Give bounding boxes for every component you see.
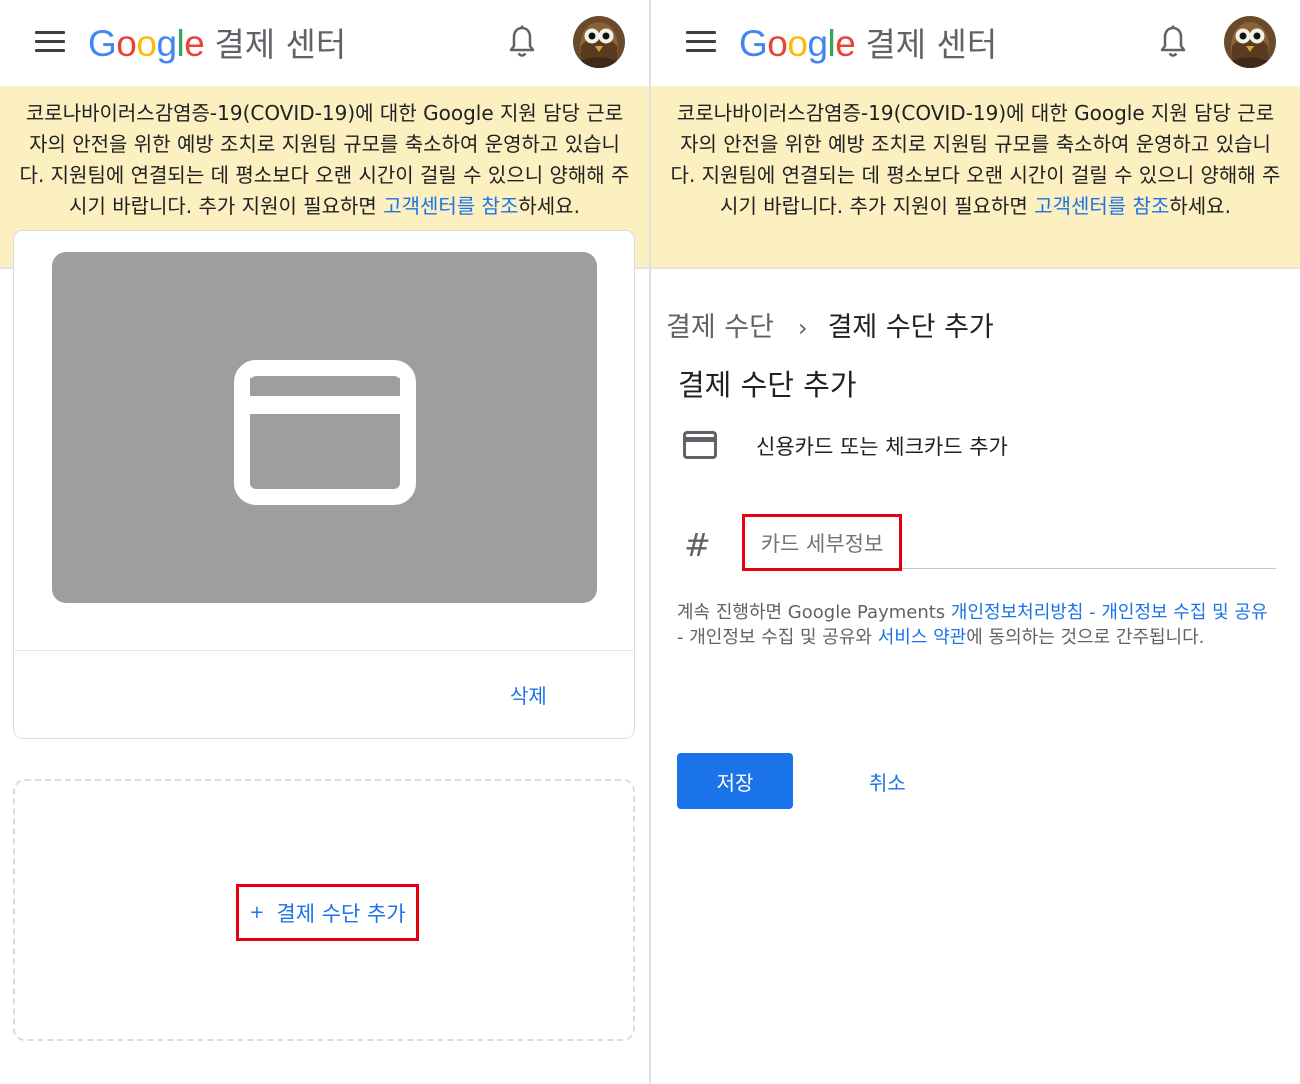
bell-icon[interactable]	[1159, 25, 1187, 59]
logo-letter-e: e	[835, 23, 856, 64]
hamburger-menu-icon[interactable]	[35, 31, 65, 53]
product-name: 결제 센터	[865, 25, 998, 64]
account-avatar[interactable]	[573, 16, 625, 68]
top-app-bar: G o o g l e 결제 센터	[0, 0, 649, 86]
add-payment-method-label: 결제 수단 추가	[276, 901, 406, 926]
google-payments-logo[interactable]: G o o g l e 결제 센터	[739, 18, 997, 64]
privacy-policy-link[interactable]: 개인정보처리방침 - 개인정보 수집 및 공유	[951, 602, 1268, 623]
card-divider	[14, 650, 634, 651]
card-placeholder-image	[52, 252, 597, 603]
credit-card-icon	[234, 360, 416, 505]
breadcrumb-parent[interactable]: 결제 수단	[666, 312, 774, 343]
delete-button[interactable]: 삭제	[510, 680, 547, 709]
covid-notice-banner: 코로나바이러스감염증-19(COVID-19)에 대한 Google 지원 담당…	[651, 86, 1300, 267]
page-title: 결제 수단 추가	[678, 368, 857, 402]
hash-icon: #	[684, 526, 711, 564]
legal-prefix: 계속 진행하면 Google Payments	[677, 602, 951, 623]
logo-letter-e: e	[184, 23, 205, 64]
credit-card-icon	[683, 431, 717, 459]
card-method-row[interactable]: 신용카드 또는 체크카드 추가	[683, 427, 1008, 463]
logo-letter-l: l	[827, 23, 836, 64]
help-center-link[interactable]: 고객센터를 참조	[1034, 194, 1169, 218]
logo-letter-g2: g	[156, 23, 177, 64]
plus-icon: +	[249, 902, 265, 923]
logo-letter-g1: G	[739, 23, 768, 64]
logo-letter-o1: o	[767, 23, 788, 64]
logo-letter-l: l	[176, 23, 185, 64]
add-payment-method-button[interactable]: + 결제 수단 추가	[236, 884, 419, 941]
breadcrumb-current: 결제 수단 추가	[827, 312, 994, 343]
logo-letter-o2: o	[787, 23, 808, 64]
right-screen: G o o g l e 결제 센터 코로나바이러스감염증-19(COVID-19…	[651, 0, 1300, 1084]
top-app-bar: G o o g l e 결제 센터	[651, 0, 1300, 86]
card-details-input[interactable]: 카드 세부정보	[742, 514, 902, 571]
logo-letter-g1: G	[88, 23, 117, 64]
left-screen: G o o g l e 결제 센터 코로나바이러스감염증-19(COVID-19…	[0, 0, 649, 1084]
cancel-button[interactable]: 취소	[869, 767, 906, 796]
notice-suffix: 하세요.	[1169, 194, 1231, 218]
help-center-link[interactable]: 고객센터를 참조	[383, 194, 518, 218]
banner-shadow	[651, 267, 1300, 269]
hamburger-menu-icon[interactable]	[686, 31, 716, 53]
account-avatar[interactable]	[1224, 16, 1276, 68]
breadcrumb: 결제 수단 › 결제 수단 추가	[666, 305, 994, 344]
logo-letter-o1: o	[116, 23, 137, 64]
legal-consent-text: 계속 진행하면 Google Payments 개인정보처리방침 - 개인정보 …	[677, 600, 1275, 650]
save-button[interactable]: 저장	[677, 753, 793, 809]
input-underline	[902, 568, 1276, 569]
notice-suffix: 하세요.	[518, 194, 580, 218]
terms-of-service-link[interactable]: 서비스 약관	[878, 627, 967, 648]
logo-letter-o2: o	[136, 23, 157, 64]
google-payments-logo[interactable]: G o o g l e 결제 센터	[88, 18, 346, 64]
chevron-right-icon: ›	[797, 314, 808, 342]
bell-icon[interactable]	[508, 25, 536, 59]
product-name: 결제 센터	[214, 25, 347, 64]
logo-letter-g2: g	[807, 23, 828, 64]
legal-suffix: 에 동의하는 것으로 간주됩니다.	[966, 627, 1205, 648]
card-method-label: 신용카드 또는 체크카드 추가	[756, 435, 1008, 459]
legal-middle: - 개인정보 수집 및 공유와	[677, 627, 878, 648]
